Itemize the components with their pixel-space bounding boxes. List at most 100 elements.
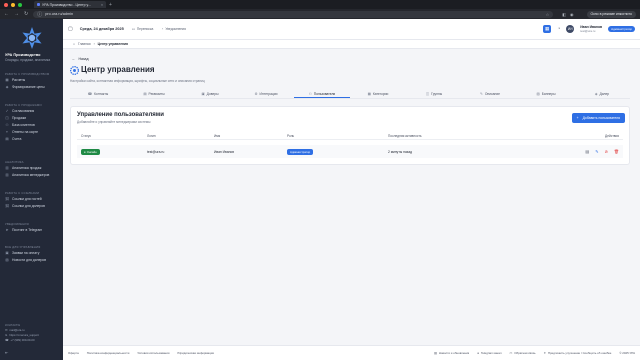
maximize-window-icon[interactable] — [18, 2, 22, 7]
add-user-button[interactable]: + Добавить пользователя — [571, 113, 625, 123]
lightbulb-icon: ✦ — [543, 351, 546, 355]
user-role-badge: Администратор — [608, 26, 635, 32]
tab-0[interactable]: ☎ Контакты — [70, 90, 126, 98]
footer-link-telegram[interactable]: ● Telegram канал — [477, 351, 501, 355]
address-bar[interactable]: ⓘ pro.ura.ru/admin ☆ — [33, 10, 554, 18]
close-tab-icon[interactable]: × — [101, 3, 103, 7]
footer-link-offer[interactable]: Оферта — [68, 351, 79, 355]
tab-3[interactable]: ⚙ Интеграции — [238, 90, 294, 98]
column-last-activity[interactable]: Последняя активность — [388, 134, 568, 138]
contact-telegram[interactable]: ➤ https://t.me/ura_support — [5, 333, 39, 337]
footer-link-legal[interactable]: Юридическая информация — [177, 351, 214, 355]
bell-icon: ◔ — [161, 27, 164, 31]
role-badge[interactable]: Администратор — [287, 148, 314, 155]
sidebar-item-sales-analytics[interactable]: ▥ Аналитика продаж — [5, 165, 41, 171]
tab-5[interactable]: ▦ Категории — [350, 90, 406, 98]
footer-link-label: Telegram канал — [480, 351, 502, 355]
forward-arrow-icon[interactable]: → — [14, 11, 19, 17]
profile-icon[interactable]: ◉ — [570, 12, 574, 17]
block-icon[interactable]: ⊘ — [605, 149, 608, 154]
back-link[interactable]: ← Назад — [72, 57, 89, 61]
collapse-sidebar-icon[interactable]: ⇤ — [5, 350, 8, 355]
sidebar-item-calculations[interactable]: ▦ Расчеты — [5, 77, 25, 83]
incognito-badge[interactable]: Окно в режиме инкогнито — [586, 10, 636, 18]
tab-icon: ☎ — [87, 92, 92, 96]
footer-left-links: Оферта Политика конфиденциальности Услов… — [68, 351, 214, 355]
tab-4[interactable]: ⚇ Пользователи — [294, 90, 350, 98]
column-login[interactable]: Логин — [147, 134, 214, 138]
sidebar-item-invoices[interactable]: ▤ Счета — [5, 136, 21, 142]
breadcrumb-current: Центр управления — [97, 42, 128, 46]
breadcrumb-separator: › — [93, 42, 95, 46]
login-cell: test@ura.ru — [147, 149, 165, 154]
footer-link-privacy[interactable]: Политика конфиденциальности — [87, 351, 130, 355]
sidebar-item-dealer-news[interactable]: ▧ Новости для дилеров — [5, 257, 46, 263]
column-status[interactable]: Статус — [77, 134, 147, 138]
column-name[interactable]: Имя — [214, 134, 287, 138]
site-info-icon[interactable]: ⓘ — [37, 11, 42, 18]
tab-8[interactable]: ▧ Баннеры — [518, 90, 574, 98]
tab-icon: ◈ — [594, 92, 598, 96]
breadcrumb-home[interactable]: Главная — [78, 42, 91, 46]
tab-1[interactable]: ▤ Реквизиты — [126, 90, 182, 98]
window-controls[interactable] — [0, 2, 22, 7]
extension-icon[interactable]: ◧ — [562, 12, 566, 17]
browser-tab[interactable]: УРА Производство - Центр у... × — [34, 1, 106, 8]
chart-icon: ▥ — [5, 173, 9, 177]
sidebar-item-pricing[interactable]: ◈ Формирование цены — [5, 84, 45, 90]
sidebar-item-label: Формирование цены — [12, 85, 45, 89]
table-row[interactable]: ● Онлайн test@ura.ru Иван Иванов Админист… — [77, 145, 623, 158]
sidebar-item-manager-analytics[interactable]: ▥ Аналитика менеджеров — [5, 172, 49, 178]
document-icon: ▤ — [5, 137, 9, 141]
minimize-window-icon[interactable] — [11, 2, 15, 7]
sidebar-item-dealer-links[interactable]: ⛓ Ссылки для дилеров — [5, 203, 45, 209]
back-arrow-icon[interactable]: ← — [4, 11, 9, 17]
history-icon[interactable]: ▤ — [585, 149, 589, 154]
edit-icon[interactable]: ✎ — [595, 149, 598, 154]
sidebar-item-sales[interactable]: ◫ Продажи — [5, 115, 26, 121]
avatar[interactable]: ИИ — [566, 25, 575, 33]
contact-email[interactable]: ✉ mail@ura.ru — [5, 328, 25, 332]
header-link-messages[interactable]: ▭ Переписка — [132, 27, 154, 31]
contacts-title: КОНТАКТЫ — [5, 323, 21, 327]
apps-grid-button[interactable]: ▦ — [543, 25, 552, 33]
bookmark-star-icon[interactable]: ☆ — [546, 12, 550, 17]
footer-link-feedback[interactable]: ▭ Обратная связь — [510, 351, 536, 355]
sidebar-item-label: Ссылки для дилеров — [12, 204, 45, 208]
section-links: РАБОТА С ССЫЛКАМИ — [5, 191, 40, 195]
plus-icon: + — [576, 116, 579, 120]
sidebar-item-payment-requests[interactable]: ▣ Заявки на оплату — [5, 250, 39, 256]
sidebar-item-approvals[interactable]: ✓ Согласования — [5, 108, 35, 114]
sidebar-item-map-answers[interactable]: ⌖ Ответы на карте — [5, 129, 38, 135]
trash-icon[interactable]: 🗑 — [614, 149, 619, 154]
sidebar-item-label: Продажи — [12, 116, 27, 120]
new-tab-icon[interactable]: + — [109, 2, 112, 8]
close-window-icon[interactable] — [4, 2, 8, 7]
footer-link-terms[interactable]: Условия использования — [137, 351, 169, 355]
tab-7[interactable]: ✎ Описание — [462, 90, 518, 98]
sidebar-item-clients[interactable]: ⚇ База клиентов — [5, 122, 34, 128]
reload-icon[interactable]: ↻ — [24, 11, 28, 17]
brand-logo-icon[interactable] — [19, 25, 45, 51]
favicon-icon — [37, 3, 40, 6]
tab-2[interactable]: ▣ Доверы — [182, 90, 238, 98]
tab-9[interactable]: ◈ Дилер — [574, 90, 630, 98]
menu-toggle-icon[interactable]: ▢ — [68, 26, 73, 32]
footer-link-news[interactable]: ▧ Новости и обновления — [434, 351, 469, 355]
contact-phone[interactable]: ☎ +7 (999) 000-00-00 — [5, 338, 35, 342]
home-icon[interactable]: ⌂ — [73, 42, 75, 46]
footer-link-suggest[interactable]: ✦ Предложить улучшение / Сообщить об ошиб… — [544, 351, 612, 355]
last-activity-cell: 2 минуты назад — [388, 149, 413, 154]
header-link-label: Уведомления — [165, 27, 186, 31]
page-subtitle: Настройки сайта, контактная информация, … — [70, 79, 205, 83]
tab-6[interactable]: ◫ Группы — [406, 90, 462, 98]
chart-icon: ▥ — [5, 166, 9, 170]
sidebar-item-telegram-posting[interactable]: ➤ Постинг в Telegram — [5, 227, 43, 233]
column-role[interactable]: Роль — [287, 134, 388, 138]
tab-icon: ⚙ — [254, 92, 258, 96]
notification-bell-icon[interactable]: ◔ — [557, 26, 560, 32]
sidebar-item-guest-links[interactable]: ⛓ Ссылки для гостей — [5, 196, 42, 202]
user-info[interactable]: Иван Иванов test@ura.ru — [580, 25, 602, 33]
header-user-area: ▦ ◔ ИИ Иван Иванов test@ura.ru Администр… — [543, 25, 635, 33]
header-link-notifications[interactable]: ◔ Уведомления — [161, 27, 186, 31]
